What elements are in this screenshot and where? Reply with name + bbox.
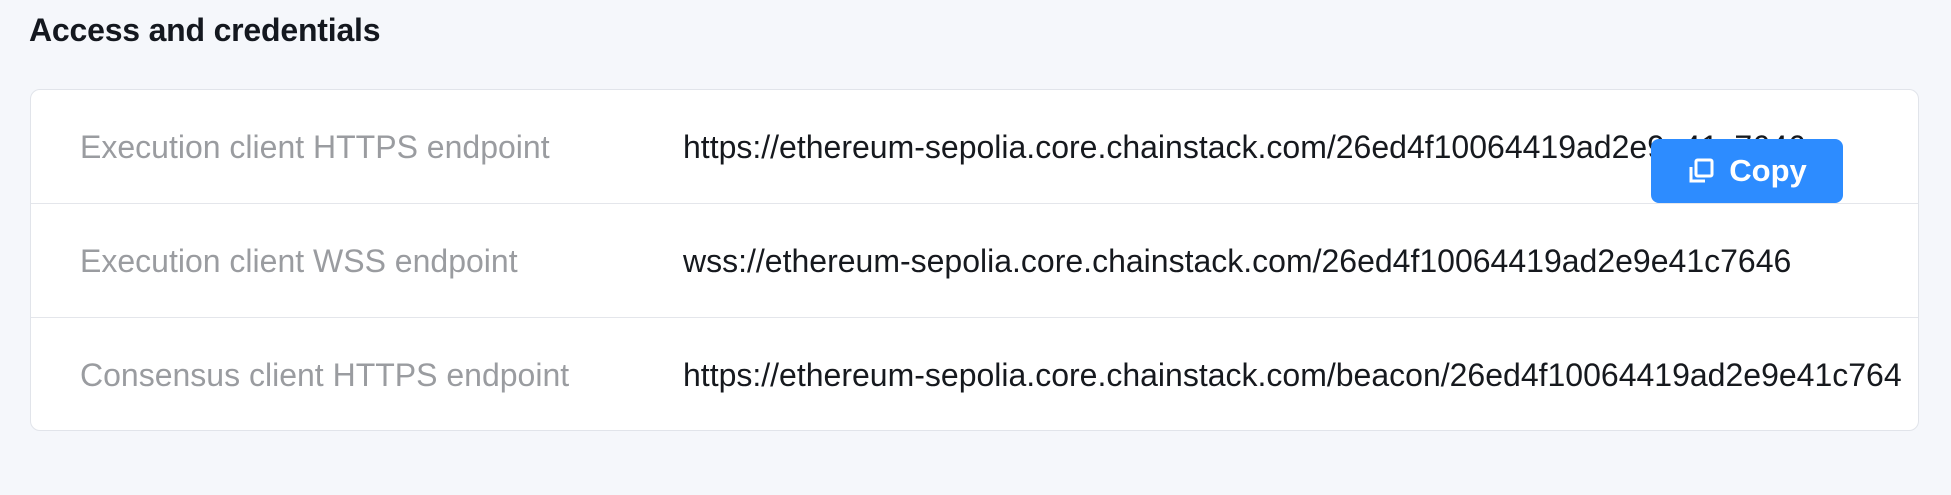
endpoint-label: Execution client WSS endpoint — [80, 243, 518, 279]
endpoint-row-consensus-https: Consensus client HTTPS endpoint https://… — [31, 318, 1918, 430]
endpoint-label: Execution client HTTPS endpoint — [80, 129, 550, 165]
section-title: Access and credentials — [29, 12, 381, 48]
endpoint-row-execution-https: Execution client HTTPS endpoint https://… — [31, 90, 1918, 204]
endpoint-row-execution-wss: Execution client WSS endpoint wss://ethe… — [31, 204, 1918, 318]
credentials-card: Execution client HTTPS endpoint https://… — [30, 89, 1919, 431]
endpoint-value[interactable]: https://ethereum-sepolia.core.chainstack… — [683, 318, 1901, 430]
copy-button-label: Copy — [1729, 153, 1807, 188]
copy-icon — [1687, 157, 1715, 185]
copy-button[interactable]: Copy — [1651, 139, 1843, 203]
access-credentials-section: Access and credentials Execution client … — [0, 0, 1951, 495]
endpoint-value[interactable]: wss://ethereum-sepolia.core.chainstack.c… — [683, 204, 1901, 318]
endpoint-label: Consensus client HTTPS endpoint — [80, 357, 570, 393]
